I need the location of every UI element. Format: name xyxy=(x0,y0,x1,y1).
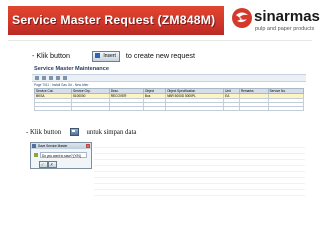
ok-button[interactable]: ✓ xyxy=(39,161,48,168)
step1-prefix: - Klik button xyxy=(32,51,70,60)
step2-prefix: - Klik button xyxy=(26,129,62,136)
slide-title: Service Master Request (ZM848M) xyxy=(12,13,216,27)
sap-window-title: Service Master Maintenance xyxy=(34,66,109,72)
step1-suffix: to create new request xyxy=(125,51,195,60)
question-icon xyxy=(34,153,38,157)
step1-instruction: - Klik button Insert to create new reque… xyxy=(32,50,195,62)
table-cell-empty[interactable] xyxy=(223,106,240,111)
table-cell-empty[interactable] xyxy=(71,106,110,111)
check-icon: ✓ xyxy=(41,162,45,167)
sap-window-service-master: Service Master Maintenance Page 7011 : I… xyxy=(32,64,306,118)
save-dialog: Save Service Master × Do you want to sav… xyxy=(30,142,92,169)
insert-button-label: Insert xyxy=(103,52,116,59)
sinarmas-logo-icon xyxy=(232,8,252,28)
toolbar-delete-icon[interactable] xyxy=(49,76,53,80)
sap-view-text: Page 7011 : Install Gas Jkt - New After xyxy=(34,83,89,87)
cancel-icon: ✗ xyxy=(50,162,54,167)
table-row-empty[interactable] xyxy=(33,106,304,111)
header-divider xyxy=(8,40,312,41)
dialog-title: Save Service Master xyxy=(38,144,68,148)
table-cell-empty[interactable] xyxy=(33,106,73,111)
sap-toolbar xyxy=(32,74,306,82)
table-cell-empty[interactable] xyxy=(142,106,167,111)
step2-suffix: untuk simpan data xyxy=(86,129,137,136)
dialog-background xyxy=(94,142,305,197)
toolbar-save-icon[interactable] xyxy=(56,76,60,80)
slide-header: Service Master Request (ZM848M) sinarmas… xyxy=(0,0,320,42)
brand-tagline: pulp and paper products xyxy=(255,26,315,32)
service-master-table: Service Cat. Service Grp. Desc. Object O… xyxy=(33,88,304,111)
table-cell-empty[interactable] xyxy=(267,106,304,111)
toolbar-new-icon[interactable] xyxy=(35,76,39,80)
table-cell-empty[interactable] xyxy=(165,106,225,111)
close-icon[interactable]: × xyxy=(86,144,90,148)
insert-button[interactable]: Insert xyxy=(91,50,120,62)
dialog-question: Do you want to save? [Y/N] xyxy=(40,152,87,158)
insert-icon xyxy=(94,52,100,58)
brand-name: sinarmas xyxy=(254,8,320,25)
toolbar-edit-icon[interactable] xyxy=(42,76,46,80)
window-icon xyxy=(32,144,36,148)
save-button[interactable] xyxy=(69,128,79,137)
save-icon xyxy=(71,130,75,133)
dialog-titlebar: Save Service Master × xyxy=(31,143,91,149)
save-dialog-screenshot: Save Service Master × Do you want to sav… xyxy=(30,142,305,197)
step2-instruction: - Klik button untuk simpan data xyxy=(26,127,136,138)
table-cell-empty[interactable] xyxy=(238,106,269,111)
table-cell-empty[interactable] xyxy=(108,106,144,111)
toolbar-find-icon[interactable] xyxy=(63,76,67,80)
cancel-button[interactable]: ✗ xyxy=(48,161,57,168)
